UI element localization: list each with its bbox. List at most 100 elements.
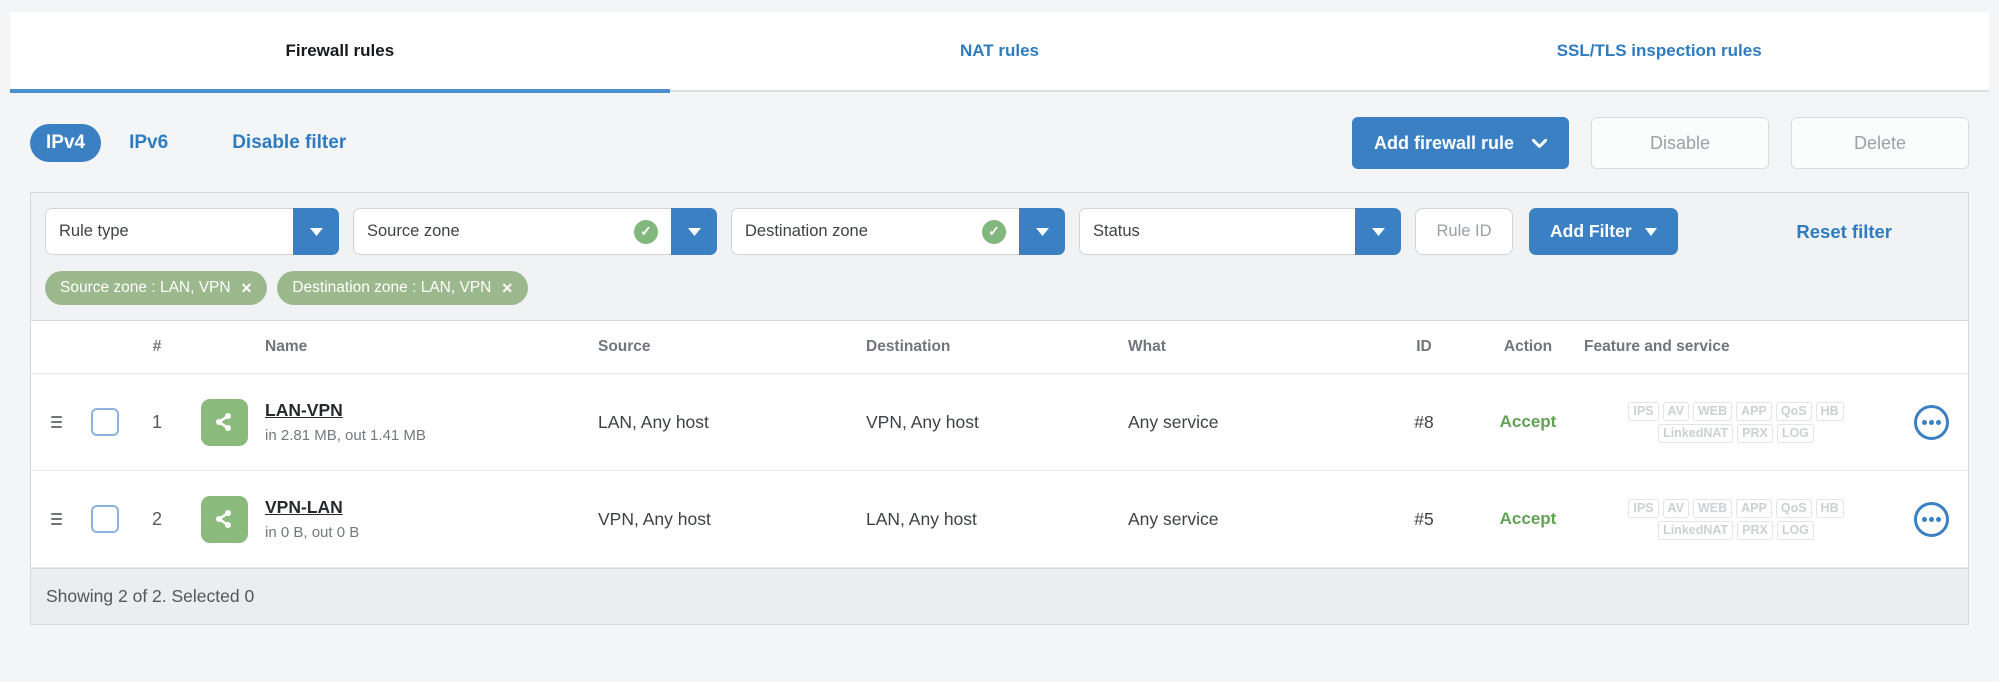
- feature-badge: IPS: [1628, 498, 1659, 518]
- column-header-id: ID: [1416, 338, 1432, 355]
- filter-chip-label: Destination zone : LAN, VPN: [292, 279, 492, 296]
- feature-badge: HB: [1815, 401, 1844, 421]
- feature-badges-line1: IPS AV WEB APP QoS HB: [1628, 498, 1844, 518]
- delete-button[interactable]: Delete: [1791, 117, 1969, 169]
- filter-chip-label: Source zone : LAN, VPN: [60, 279, 231, 296]
- feature-badge: QoS: [1775, 401, 1812, 421]
- chevron-down-icon: [687, 227, 701, 236]
- toolbar: IPv4 IPv6 Disable filter Add firewall ru…: [30, 116, 1969, 170]
- column-header-what: What: [1128, 338, 1166, 355]
- filter-rule-type-field[interactable]: Rule type: [45, 208, 293, 255]
- feature-badge: WEB: [1692, 498, 1733, 518]
- feature-badge: APP: [1736, 498, 1772, 518]
- action-cell: Accept: [1499, 412, 1557, 431]
- rule-id-cell: #8: [1414, 411, 1434, 432]
- chevron-down-icon: [1532, 138, 1547, 148]
- check-icon: ✓: [634, 219, 658, 244]
- filter-dropdown-group: Source zone ✓: [353, 208, 717, 255]
- disable-filter-link[interactable]: Disable filter: [232, 132, 346, 154]
- add-firewall-rule-button[interactable]: Add firewall rule: [1351, 117, 1569, 169]
- feature-badges-line2: LinkedNAT PRX LOG: [1658, 520, 1814, 540]
- add-filter-button[interactable]: Add Filter: [1529, 208, 1678, 255]
- dropdown-button[interactable]: [1019, 208, 1065, 255]
- ipv6-toggle[interactable]: IPv6: [129, 132, 168, 154]
- feature-badge: QoS: [1775, 498, 1812, 518]
- rule-name-link[interactable]: VPN-LAN: [265, 497, 343, 518]
- firewall-rules-table: # Name Source Destination What ID Action…: [31, 320, 1968, 624]
- feature-badge: AV: [1662, 498, 1689, 518]
- rule-id-input[interactable]: [1415, 208, 1513, 255]
- column-header-name: Name: [265, 338, 308, 355]
- filter-dropdown-label: Rule type: [59, 222, 129, 240]
- dropdown-button[interactable]: [1355, 208, 1401, 255]
- row-checkbox[interactable]: [91, 505, 119, 533]
- table-header-row: # Name Source Destination What ID Action…: [31, 321, 1968, 374]
- share-network-icon: [200, 495, 248, 543]
- feature-badges: IPS AV WEB APP QoS HB LinkedNAT PRX LOG: [1584, 401, 1894, 443]
- dropdown-button[interactable]: [293, 208, 339, 255]
- feature-badges-line1: IPS AV WEB APP QoS HB: [1628, 401, 1844, 421]
- dropdown-button[interactable]: [671, 208, 717, 255]
- feature-badge: WEB: [1692, 401, 1733, 421]
- drag-handle-icon[interactable]: [51, 512, 63, 526]
- filter-chips-row: Source zone : LAN, VPN ✕ Destination zon…: [31, 268, 1968, 320]
- table-row: 2 VPN-LAN in 0 B, out 0 B VPN, Any host …: [31, 471, 1968, 568]
- chevron-down-icon: [1644, 227, 1657, 236]
- filter-row: Rule type Source zone ✓ Destination zone…: [31, 193, 1968, 268]
- ipv4-toggle[interactable]: IPv4: [30, 124, 102, 162]
- share-network-icon: [200, 398, 248, 446]
- row-checkbox[interactable]: [91, 408, 119, 436]
- ellipsis-icon: [1921, 419, 1927, 425]
- rule-name-link[interactable]: LAN-VPN: [265, 400, 343, 421]
- tab-bar: Firewall rules NAT rules SSL/TLS inspect…: [10, 12, 1989, 93]
- tab-ssl-tls-inspection-rules[interactable]: SSL/TLS inspection rules: [1329, 12, 1989, 90]
- feature-badge: AV: [1662, 401, 1689, 421]
- chevron-down-icon: [309, 227, 323, 236]
- row-number: 1: [151, 411, 162, 432]
- chip-remove-icon[interactable]: ✕: [241, 281, 253, 295]
- rule-id-cell: #5: [1414, 508, 1434, 529]
- filter-chip: Destination zone : LAN, VPN ✕: [277, 271, 529, 305]
- what-cell: Any service: [1128, 411, 1219, 432]
- filter-destination-zone-field[interactable]: Destination zone ✓: [731, 208, 1019, 255]
- row-menu-button[interactable]: [1913, 501, 1949, 537]
- chevron-down-icon: [1035, 227, 1049, 236]
- feature-badges-line2: LinkedNAT PRX LOG: [1658, 423, 1814, 443]
- rule-traffic-text: in 2.81 MB, out 1.41 MB: [265, 427, 426, 444]
- feature-badge: PRX: [1737, 520, 1773, 540]
- what-cell: Any service: [1128, 508, 1219, 529]
- filter-chip: Source zone : LAN, VPN ✕: [45, 271, 268, 305]
- destination-cell: VPN, Any host: [866, 411, 979, 432]
- row-menu-button[interactable]: [1913, 404, 1949, 440]
- destination-cell: LAN, Any host: [866, 508, 977, 529]
- filter-dropdown-label: Destination zone: [745, 222, 868, 240]
- feature-badges: IPS AV WEB APP QoS HB LinkedNAT PRX LOG: [1584, 498, 1894, 540]
- row-number: 2: [151, 508, 162, 529]
- feature-badge: PRX: [1737, 423, 1773, 443]
- filter-status-field[interactable]: Status: [1079, 208, 1355, 255]
- column-header-source: Source: [598, 338, 651, 355]
- feature-badge: LOG: [1776, 520, 1814, 540]
- check-icon: ✓: [982, 219, 1006, 244]
- column-header-number: #: [152, 338, 162, 355]
- disable-button[interactable]: Disable: [1591, 117, 1769, 169]
- column-header-destination: Destination: [866, 338, 951, 355]
- showing-status-text: Showing 2 of 2. Selected 0: [46, 586, 255, 606]
- column-header-action: Action: [1503, 338, 1553, 355]
- feature-badge: APP: [1736, 401, 1772, 421]
- ellipsis-icon: [1921, 516, 1927, 522]
- filter-dropdown-label: Source zone: [367, 222, 460, 240]
- tab-firewall-rules[interactable]: Firewall rules: [10, 12, 670, 93]
- filter-dropdown-group: Rule type: [45, 208, 339, 255]
- action-cell: Accept: [1499, 509, 1557, 528]
- add-filter-label: Add Filter: [1550, 221, 1632, 241]
- drag-handle-icon[interactable]: [51, 415, 63, 429]
- table-footer: Showing 2 of 2. Selected 0: [31, 568, 1968, 624]
- source-cell: LAN, Any host: [598, 411, 709, 432]
- chip-remove-icon[interactable]: ✕: [501, 281, 513, 295]
- tab-nat-rules[interactable]: NAT rules: [670, 12, 1330, 90]
- feature-badge: LinkedNAT: [1658, 423, 1734, 443]
- source-cell: VPN, Any host: [598, 508, 711, 529]
- filter-source-zone-field[interactable]: Source zone ✓: [353, 208, 671, 255]
- reset-filter-link[interactable]: Reset filter: [1796, 221, 1892, 243]
